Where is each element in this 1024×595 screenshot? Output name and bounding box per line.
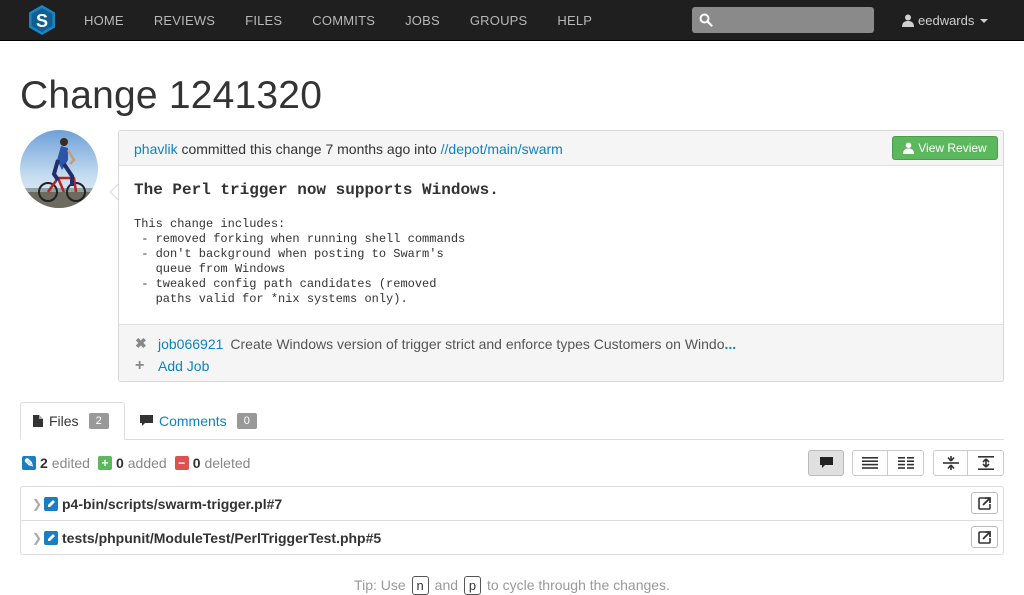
stat-added: + 0 added: [97, 455, 167, 471]
view-review-button[interactable]: View Review: [892, 136, 998, 160]
job-expand[interactable]: ...: [725, 336, 737, 352]
comments-count-badge: 0: [236, 413, 257, 429]
user-icon: [903, 142, 915, 154]
add-job-label: Add Job: [158, 358, 210, 374]
edited-count: 2: [40, 455, 48, 471]
file-icon: [33, 415, 43, 427]
description-line: queue from Windows: [134, 262, 286, 276]
inline-diff-button[interactable]: [852, 450, 888, 476]
tip-suffix: to cycle through the changes.: [487, 577, 670, 593]
toggle-comments-button[interactable]: [808, 450, 844, 476]
edit-icon: ✎: [22, 456, 36, 470]
file-list: ❯ p4-bin/scripts/swarm-trigger.pl#7 ❯ te…: [20, 486, 1004, 555]
file-name[interactable]: tests/phpunit/ModuleTest/PerlTriggerTest…: [62, 530, 381, 546]
remove-job-icon[interactable]: ✖: [135, 335, 149, 352]
expand-all-button[interactable]: [967, 450, 1004, 476]
top-navbar: S HOME REVIEWS FILES COMMITS JOBS GROUPS…: [0, 0, 1024, 41]
username: eedwards: [918, 13, 975, 28]
swarm-logo-icon[interactable]: S: [29, 5, 55, 35]
delete-icon: −: [174, 456, 189, 470]
add-icon: +: [97, 456, 112, 470]
columns-icon: [897, 457, 914, 469]
file-row[interactable]: ❯ p4-bin/scripts/swarm-trigger.pl#7: [21, 487, 1003, 521]
view-review-label: View Review: [918, 141, 987, 155]
description-line: - don't background when posting to Swarm…: [134, 247, 444, 261]
deleted-label: deleted: [204, 455, 251, 471]
avatar[interactable]: [20, 130, 98, 208]
collapse-all-button[interactable]: [933, 450, 968, 476]
added-label: added: [127, 455, 167, 471]
svg-text:S: S: [36, 11, 48, 31]
description-line: - removed forking when running shell com…: [134, 232, 466, 246]
file-stats: ✎ 2 edited + 0 added − 0 deleted: [22, 455, 258, 471]
expand-icon: [977, 456, 994, 470]
file-name[interactable]: p4-bin/scripts/swarm-trigger.pl#7: [62, 496, 282, 512]
change-header: phavlik committed this change 7 months a…: [119, 131, 1003, 166]
description-line: paths valid for *nix systems only).: [134, 292, 408, 306]
external-link-icon: [978, 530, 991, 544]
description-line: This change includes:: [134, 217, 286, 231]
search-input[interactable]: [692, 7, 874, 33]
keyboard-tip: Tip: Use n and p to cycle through the ch…: [0, 576, 1024, 595]
external-link-icon: [978, 496, 991, 510]
change-description: The Perl trigger now supports Windows. T…: [134, 181, 499, 307]
side-by-side-diff-button[interactable]: [887, 450, 924, 476]
commit-text: committed this change 7 months ago into: [177, 141, 441, 157]
nav-home[interactable]: HOME: [69, 0, 139, 41]
user-icon: [902, 14, 914, 27]
nav-files[interactable]: FILES: [230, 0, 297, 41]
tip-and: and: [434, 577, 459, 593]
edit-icon: [44, 496, 58, 511]
jobs-section: ✖ job066921 Create Windows version of tr…: [119, 324, 1003, 381]
tab-files[interactable]: Files 2: [20, 402, 125, 440]
tab-comments[interactable]: Comments 0: [128, 402, 269, 440]
stat-deleted: − 0 deleted: [174, 455, 251, 471]
nav-jobs[interactable]: JOBS: [390, 0, 455, 41]
user-menu[interactable]: eedwards: [902, 0, 989, 41]
comment-icon: [819, 457, 833, 468]
job-description: Create Windows version of trigger strict…: [230, 335, 725, 352]
open-file-button[interactable]: [971, 526, 998, 548]
job-link[interactable]: job066921: [158, 336, 223, 352]
tab-files-label: Files: [49, 413, 79, 429]
nav-groups[interactable]: GROUPS: [455, 0, 543, 41]
collapse-icon: [942, 456, 959, 470]
description-title: The Perl trigger now supports Windows.: [134, 181, 499, 199]
change-panel: phavlik committed this change 7 months a…: [118, 130, 1004, 382]
files-count-badge: 2: [88, 413, 109, 429]
tip-prefix: Tip: Use: [354, 577, 406, 593]
key-n: n: [411, 576, 429, 595]
description-line: - tweaked config path candidates (remove…: [134, 277, 437, 291]
comment-icon: [140, 415, 153, 426]
main-nav: HOME REVIEWS FILES COMMITS JOBS GROUPS H…: [69, 0, 607, 41]
add-job-button[interactable]: + Add Job: [135, 357, 209, 375]
nav-help[interactable]: HELP: [542, 0, 607, 41]
nav-commits[interactable]: COMMITS: [297, 0, 390, 41]
caret-down-icon: [980, 18, 989, 23]
file-row[interactable]: ❯ tests/phpunit/ModuleTest/PerlTriggerTe…: [21, 521, 1003, 554]
edited-label: edited: [51, 455, 90, 471]
depot-path-link[interactable]: //depot/main/swarm: [441, 141, 563, 157]
chevron-right-icon[interactable]: ❯: [32, 531, 44, 545]
key-p: p: [463, 576, 482, 595]
change-tabs: Files 2 Comments 0: [20, 402, 1004, 440]
list-lines-icon: [862, 457, 878, 469]
nav-reviews[interactable]: REVIEWS: [139, 0, 230, 41]
job-row: ✖ job066921 Create Windows version of tr…: [135, 335, 995, 352]
page-title: Change 1241320: [20, 74, 323, 117]
stat-edited: ✎ 2 edited: [22, 455, 90, 471]
author-link[interactable]: phavlik: [134, 141, 178, 157]
added-count: 0: [115, 455, 124, 471]
open-file-button[interactable]: [971, 492, 998, 514]
edit-icon: [44, 530, 58, 545]
deleted-count: 0: [192, 455, 201, 471]
chevron-right-icon[interactable]: ❯: [32, 497, 44, 511]
change-summary: phavlik committed this change 7 months a…: [134, 141, 563, 157]
search-icon: [699, 13, 713, 27]
plus-icon: +: [135, 357, 145, 374]
tab-comments-label: Comments: [159, 413, 227, 429]
